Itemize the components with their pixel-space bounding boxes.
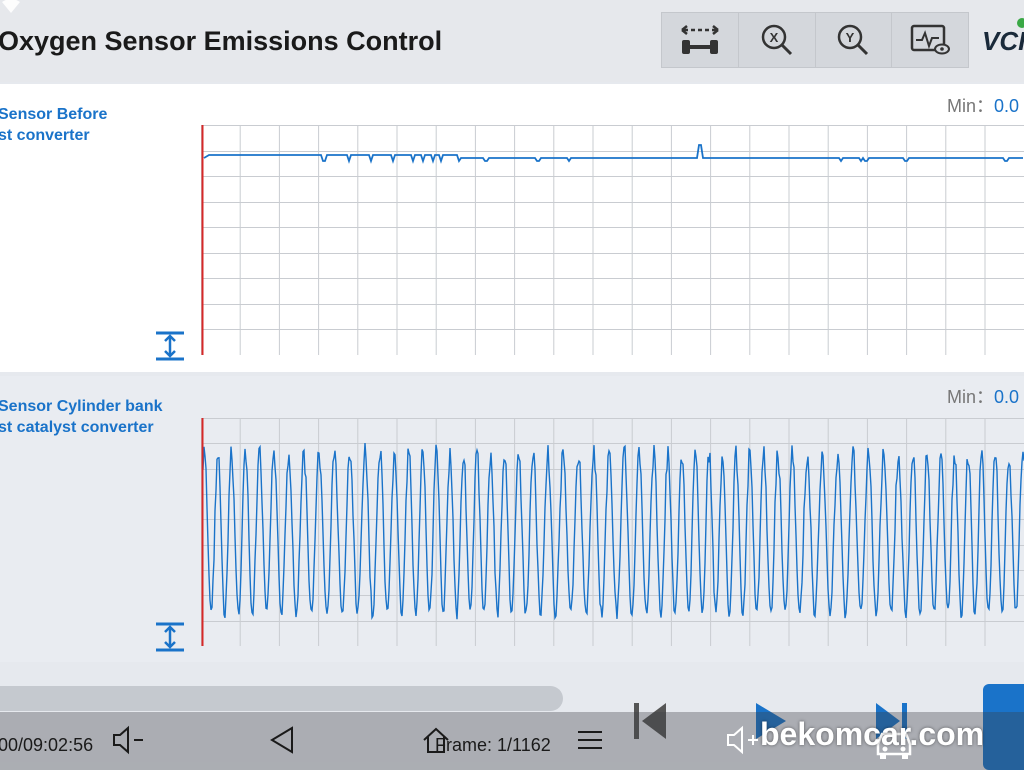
graph-toolbar: X Y — [661, 12, 969, 68]
volume-up-icon[interactable] — [724, 724, 764, 756]
panel-1-min-value: 0.0 — [994, 96, 1020, 116]
combine-graph-button[interactable] — [662, 13, 739, 67]
chart-grid — [201, 125, 1024, 355]
svg-text:X: X — [769, 30, 778, 45]
header-bar: Oxygen Sensor Emissions Control X Y VCI — [0, 0, 1024, 82]
sensor-before-chart[interactable] — [201, 125, 1024, 355]
panel-1-title-line1: Sensor Before — [0, 106, 108, 123]
monitor-view-button[interactable] — [892, 13, 968, 67]
panel-2-min-label: Min： — [947, 387, 995, 407]
fit-vertical-icon[interactable] — [154, 331, 186, 361]
panel-1-title-line2: st converter — [0, 127, 90, 144]
x-axis-zoom-icon: X — [761, 24, 792, 56]
x-zoom-button[interactable]: X — [739, 13, 816, 67]
y-zoom-button[interactable]: Y — [816, 13, 893, 67]
panel-1-min-label: Min： — [947, 96, 995, 116]
playback-time: 00/09:02:56 — [0, 735, 94, 755]
playback-progress-bar[interactable] — [0, 686, 563, 711]
combine-graph-icon — [681, 25, 719, 54]
brand-logo: VCI — [982, 26, 1024, 56]
connection-indicator — [1017, 18, 1024, 28]
frame-counter: Frame: 1/1162 — [435, 735, 551, 755]
panel-1-min: Min：0.0 — [947, 92, 1019, 118]
panel-2-title: Sensor Cylinder bank st catalyst convert… — [0, 396, 198, 438]
graph-panel-1: Sensor Before st converter Min：0.0 — [0, 84, 1024, 372]
svg-text:Y: Y — [846, 30, 855, 45]
panel-2-title-line2: st catalyst converter — [0, 419, 154, 436]
back-icon[interactable] — [266, 724, 298, 756]
y-axis-zoom-icon: Y — [838, 24, 869, 56]
wifi-status-icon — [2, 0, 20, 13]
page-title: Oxygen Sensor Emissions Control — [0, 26, 443, 56]
sensor-trace — [203, 144, 1023, 164]
watermark: bekomcar.com — [760, 716, 985, 752]
fit-vertical-icon[interactable] — [154, 622, 186, 652]
panel-2-min: Min：0.0 — [947, 383, 1019, 409]
panel-2-min-value: 0.0 — [994, 387, 1020, 407]
graph-panel-2: Sensor Cylinder bank st catalyst convert… — [0, 376, 1024, 662]
volume-down-icon[interactable] — [110, 724, 146, 756]
menu-icon[interactable] — [574, 724, 606, 756]
monitor-view-icon — [910, 24, 951, 55]
panel-1-title: Sensor Before st converter — [0, 104, 188, 146]
panel-2-title-line1: Sensor Cylinder bank — [0, 398, 163, 415]
sensor-bank-chart[interactable] — [201, 418, 1024, 646]
